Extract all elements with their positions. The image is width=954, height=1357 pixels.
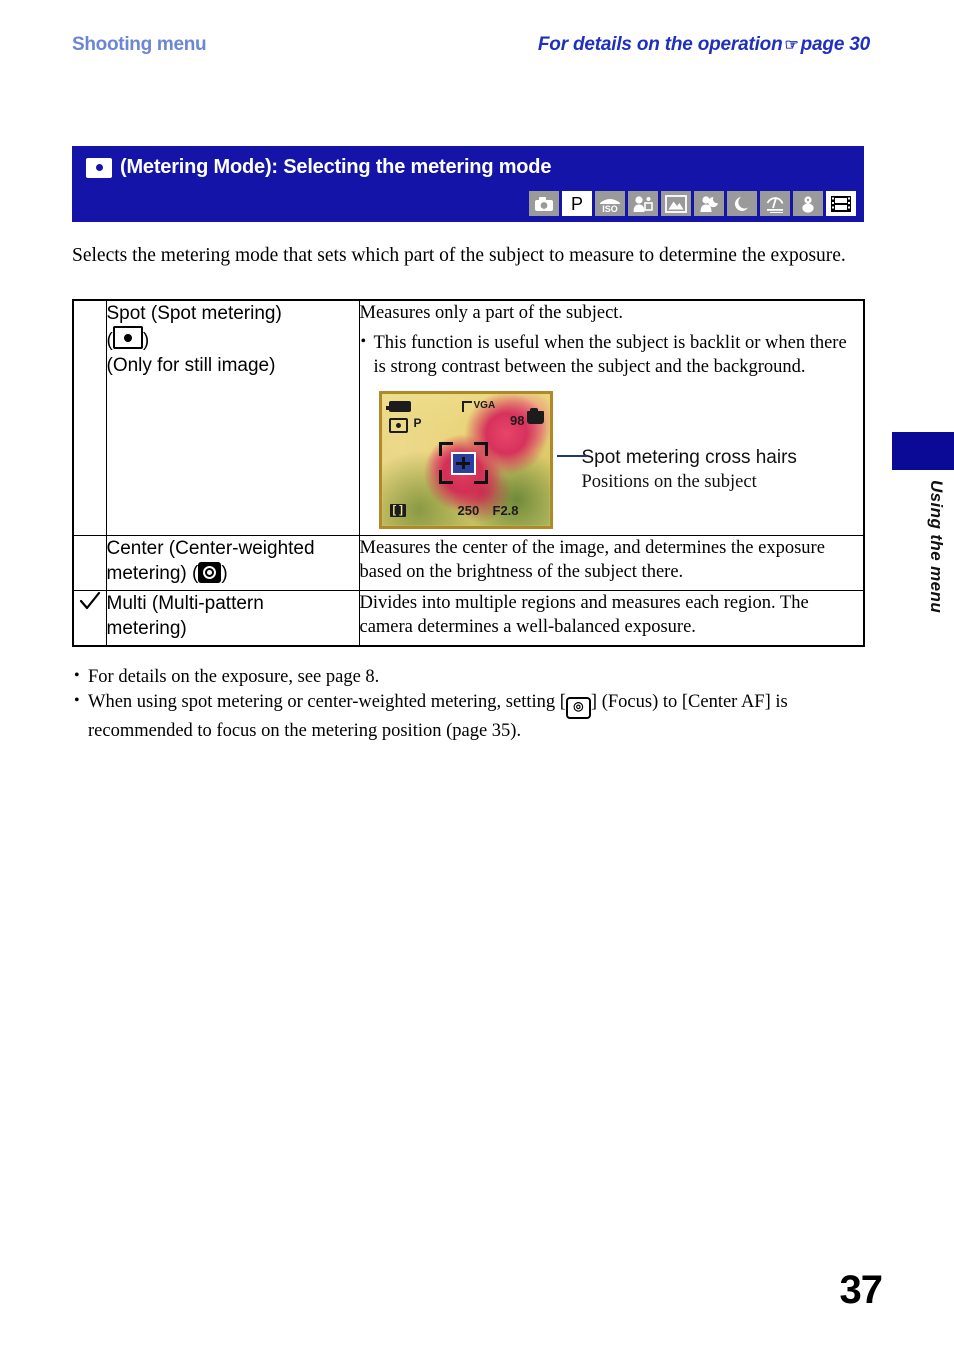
auto-camera-mode-icon: [529, 191, 559, 216]
running-head-right: For details on the operation ☞ page 30: [538, 34, 870, 56]
twilight-mode-icon: [727, 191, 757, 216]
memory-card-icon: [526, 408, 544, 424]
list-item: This function is useful when the subject…: [360, 330, 864, 379]
movie-mode-icon: [826, 191, 856, 216]
lcd-figure: P VGA 98 [ ] 250 F2.8 Spot metering cros…: [378, 391, 797, 529]
row-desc-spot: Measures only a part of the subject. Thi…: [358, 299, 865, 536]
row-desc-lead: Measures the center of the image, and de…: [359, 538, 825, 582]
table-row: Spot (Spot metering) () (Only for still …: [72, 299, 865, 536]
row-desc-lead: Divides into multiple regions and measur…: [359, 593, 809, 637]
intro-paragraph: Selects the metering mode that sets whic…: [72, 245, 846, 266]
lcd-shots-remaining: 98: [510, 413, 525, 428]
running-head-page-ref: page 30: [800, 34, 871, 55]
row-label-line2-text: metering) (: [106, 563, 199, 584]
row-label-multi: Multi (Multi-pattern metering): [105, 590, 360, 647]
lcd-frame: P VGA 98 [ ] 250 F2.8: [378, 391, 553, 529]
row-label-spot: Spot (Spot metering) () (Only for still …: [105, 299, 360, 536]
svg-text:ISO: ISO: [602, 204, 618, 213]
spot-metering-icon: [86, 157, 112, 178]
row-desc-multi: Divides into multiple regions and measur…: [358, 590, 865, 647]
pointing-hand-icon: ☞: [784, 37, 799, 54]
page-number: 37: [839, 1268, 883, 1312]
lcd-mode-letter: P: [413, 416, 422, 430]
row-label-line2: metering): [106, 618, 187, 639]
row-label-line2-end: ): [221, 563, 228, 584]
row-label-line3: (Only for still image): [106, 355, 276, 376]
banner-title: (Metering Mode): Selecting the metering …: [120, 156, 552, 178]
soft-snap-mode-icon: [628, 191, 658, 216]
default-checkmark-icon: [74, 591, 106, 611]
callout-leader-line: [556, 455, 587, 457]
chapter-tab-block: [892, 432, 954, 470]
lcd-aperture: F2.8: [492, 503, 519, 518]
beach-mode-icon: [760, 191, 790, 216]
note-text-before-icon: When using spot metering or center-weigh…: [88, 692, 566, 712]
landscape-mode-icon: [661, 191, 691, 216]
running-head: Shooting menu For details on the operati…: [72, 34, 872, 64]
section-banner: (Metering Mode): Selecting the metering …: [72, 146, 864, 222]
focus-icon: ◎: [565, 697, 591, 719]
default-marker-cell: [72, 590, 107, 647]
figure-callout: Spot metering cross hairs Positions on t…: [556, 446, 912, 494]
row-desc-lead: Measures only a part of the subject.: [359, 303, 624, 323]
af-frame: [438, 442, 488, 484]
table-row: Multi (Multi-pattern metering) Divides i…: [72, 590, 865, 647]
default-marker-cell: [72, 299, 107, 536]
program-mode-label: P: [570, 193, 583, 214]
table-row: Center (Center-weighted metering) () Mea…: [72, 535, 865, 591]
row-label-line2: metering) (): [107, 561, 359, 586]
spot-metering-icon: [388, 418, 408, 433]
spot-metering-icon: [112, 326, 143, 349]
list-item: For details on the exposure, see page 8.: [72, 664, 862, 689]
lcd-shutter-speed: 250: [457, 503, 480, 518]
center-weighted-metering-icon: [198, 562, 222, 583]
row-label-line2: (): [107, 326, 359, 353]
callout-title: Spot metering cross hairs: [581, 447, 797, 468]
notes-list: For details on the exposure, see page 8.…: [72, 664, 862, 744]
mode-icon-strip: P ISO: [529, 191, 856, 216]
snow-mode-icon: [793, 191, 823, 216]
callout-subtitle: Positions on the subject: [581, 472, 757, 492]
row-desc-center: Measures the center of the image, and de…: [358, 535, 865, 591]
row-desc-bullets: This function is useful when the subject…: [360, 330, 864, 379]
program-mode-icon: P: [562, 191, 592, 216]
metering-mode-table: Spot (Spot metering) () (Only for still …: [72, 299, 865, 647]
default-marker-cell: [72, 535, 107, 591]
banner-title-row: (Metering Mode): Selecting the metering …: [86, 156, 551, 179]
lcd-bracket-indicator: [ ]: [389, 504, 406, 517]
list-item: When using spot metering or center-weigh…: [72, 689, 862, 743]
lcd-image-size: VGA: [461, 401, 495, 412]
twilight-portrait-mode-icon: [694, 191, 724, 216]
row-label-line1: Spot (Spot metering): [106, 303, 282, 324]
spot-metering-crosshair-icon: [450, 451, 476, 475]
row-label-line1: Center (Center-weighted: [106, 538, 315, 559]
high-sensitivity-mode-icon: ISO: [595, 191, 625, 216]
row-label-line1: Multi (Multi-pattern: [106, 593, 264, 614]
af-corner-top-right: [473, 442, 488, 456]
running-head-left: Shooting menu: [72, 34, 207, 55]
running-head-right-text: For details on the operation: [537, 34, 783, 55]
af-corner-bottom-right: [473, 470, 488, 484]
row-label-center: Center (Center-weighted metering) (): [105, 535, 360, 591]
chapter-tab-label: Using the menu: [927, 480, 946, 614]
battery-icon: [385, 401, 411, 412]
